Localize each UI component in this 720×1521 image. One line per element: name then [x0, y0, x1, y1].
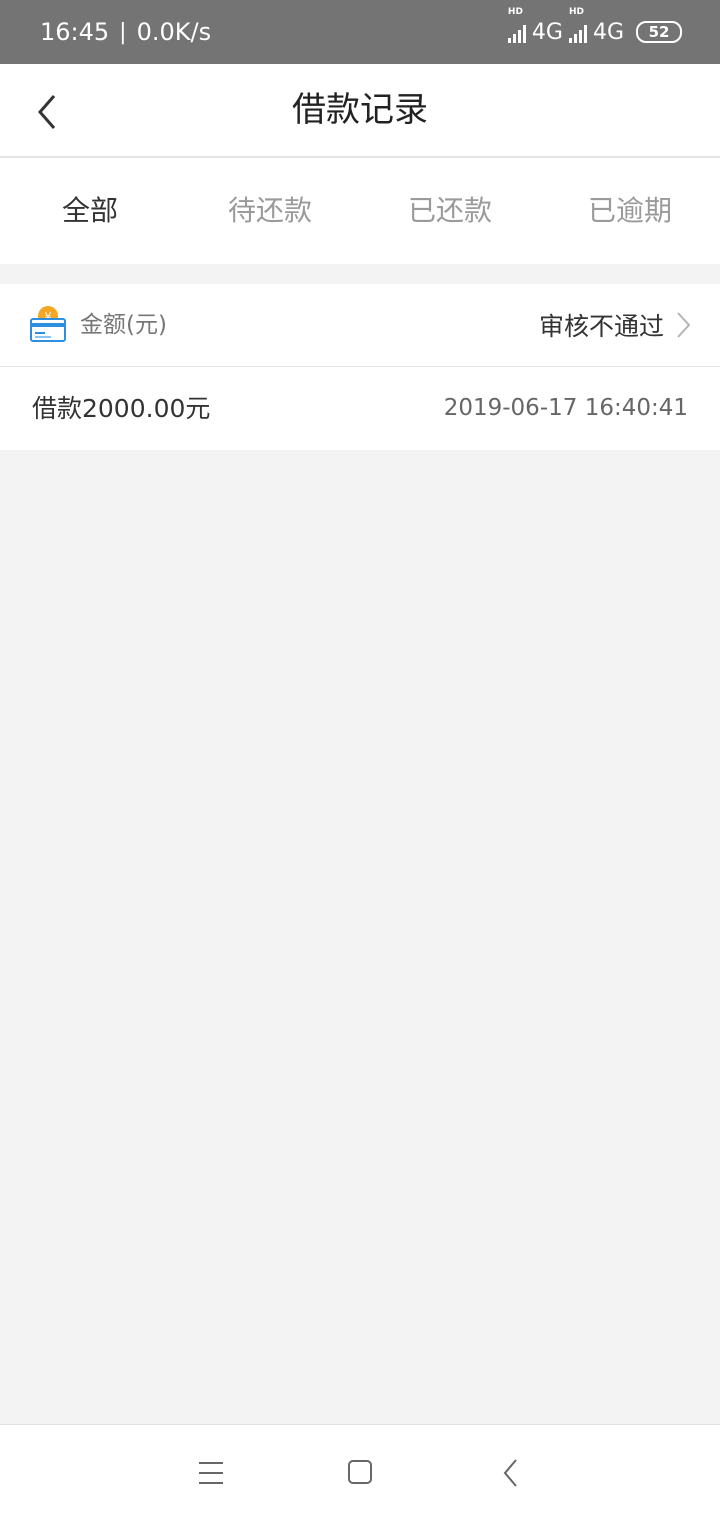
review-status: 审核不通过 — [538, 312, 664, 341]
record-status-link[interactable]: 审核不通过 — [539, 284, 692, 366]
hd-label-2: HD — [568, 7, 584, 17]
network-speed: 0.0K/s — [136, 18, 212, 46]
system-nav-bar — [0, 1424, 720, 1521]
record-detail: 借款2000.00元 2019-06-17 16:40:41 — [0, 367, 720, 450]
battery-icon: 52 — [636, 21, 682, 43]
status-time: 16:45 — [40, 18, 110, 46]
signal-icon: HD — [507, 7, 526, 43]
wallet-card-icon: ¥ — [30, 306, 66, 342]
network-type-2: 4G — [592, 19, 624, 45]
tab-repaid[interactable]: 已还款 — [360, 158, 540, 264]
signal-icon-2: HD — [568, 7, 587, 43]
loan-datetime: 2019-06-17 16:40:41 — [443, 395, 688, 421]
tab-pending-repayment[interactable]: 待还款 — [180, 158, 360, 264]
amount-label: 金额(元) — [80, 312, 167, 338]
status-bar: 16:45 | 0.0K/s HD 4G HD 4G 52 — [0, 0, 720, 64]
hd-label: HD — [507, 7, 523, 17]
chevron-right-icon — [677, 312, 691, 338]
status-right: HD 4G HD 4G 52 — [507, 0, 682, 64]
menu-icon — [199, 1462, 223, 1484]
loan-description: 借款2000.00元 — [32, 394, 211, 423]
home-square-icon — [348, 1460, 372, 1484]
loan-record-card[interactable]: ¥ 金额(元) 审核不通过 借款2000.00元 2019-06-17 16:4… — [0, 284, 720, 450]
menu-button[interactable] — [191, 1455, 231, 1491]
home-button[interactable] — [340, 1455, 380, 1491]
app-header: 借款记录 — [0, 64, 720, 158]
tab-overdue[interactable]: 已逾期 — [540, 158, 720, 264]
tab-all[interactable]: 全部 — [0, 158, 180, 264]
network-type: 4G — [531, 19, 563, 45]
nav-back-button[interactable] — [492, 1455, 532, 1491]
status-left: 16:45 | 0.0K/s — [40, 0, 211, 64]
status-separator: | — [119, 19, 127, 45]
page-title: 借款记录 — [292, 90, 428, 130]
tab-bar: 全部 待还款 已还款 已逾期 — [0, 158, 720, 264]
record-header: ¥ 金额(元) 审核不通过 — [0, 284, 720, 367]
back-chevron-icon — [503, 1459, 517, 1487]
